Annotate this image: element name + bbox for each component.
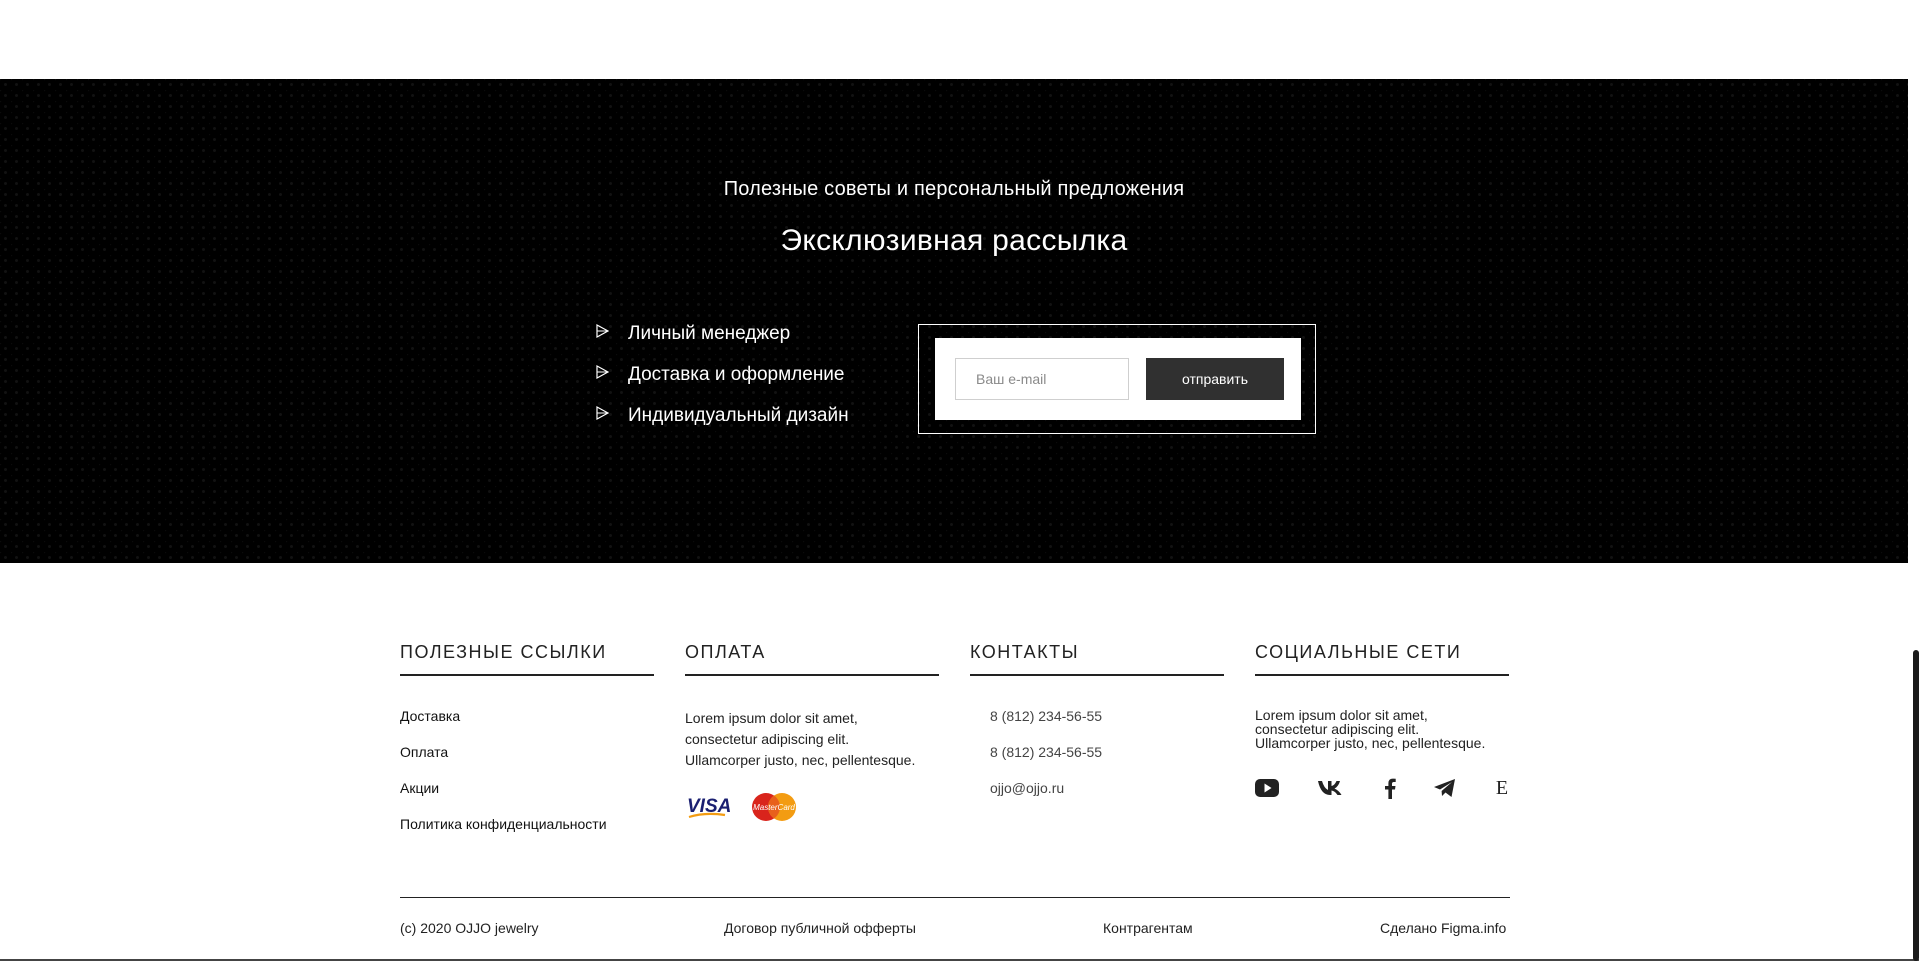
triangle-arrow-icon <box>596 406 609 420</box>
contact-email[interactable]: ojjo@ojjo.ru <box>990 780 1102 816</box>
payment-text-line: Ullamcorper justo, nec, pellentesque. <box>685 752 916 768</box>
youtube-icon[interactable] <box>1255 776 1279 800</box>
benefit-label: Индивидуальный дизайн <box>628 405 849 426</box>
etsy-icon[interactable]: E <box>1495 776 1509 800</box>
vk-icon[interactable] <box>1317 776 1345 800</box>
footer-link-promotions[interactable]: Акции <box>400 780 607 816</box>
social-text-line: Ullamcorper justo, nec, pellentesque. <box>1255 735 1486 751</box>
social-text: Lorem ipsum dolor sit amet, consectetur … <box>1255 708 1509 750</box>
contractors-link[interactable]: Контрагентам <box>1103 920 1193 936</box>
copyright: (c) 2020 OJJO jewelry <box>400 920 539 936</box>
made-by-link[interactable]: Сделано Figma.info <box>1380 920 1506 936</box>
newsletter-subtitle: Полезные советы и персональный предложен… <box>723 178 1185 200</box>
social-heading: СОЦИАЛЬНЫЕ СЕТИ <box>1255 642 1509 676</box>
social-icons: E <box>1255 776 1509 802</box>
send-button[interactable]: отправить <box>1146 358 1284 400</box>
footer-social: СОЦИАЛЬНЫЕ СЕТИ Lorem ipsum dolor sit am… <box>1255 642 1509 799</box>
footer-link-privacy[interactable]: Политика конфиденциальности <box>400 816 607 852</box>
visa-icon: VISA <box>687 796 731 819</box>
social-text-line: consectetur adipiscing elit. <box>1255 721 1420 737</box>
useful-links-list: Доставка Оплата Акции Политика конфиденц… <box>400 708 607 852</box>
scrollbar-thumb[interactable] <box>1913 650 1919 961</box>
footer-link-delivery[interactable]: Доставка <box>400 708 607 744</box>
payment-text-line: consectetur adipiscing elit. <box>685 731 850 747</box>
useful-links-heading: ПОЛЕЗНЫЕ ССЫЛКИ <box>400 642 654 676</box>
subscribe-form-frame: отправить <box>918 324 1316 434</box>
payment-heading: ОПЛАТА <box>685 642 939 676</box>
contacts-list: 8 (812) 234-56-55 8 (812) 234-56-55 ojjo… <box>990 708 1102 816</box>
contact-phone-2[interactable]: 8 (812) 234-56-55 <box>990 744 1102 780</box>
subscribe-form: отправить <box>935 338 1301 420</box>
footer-divider <box>400 897 1510 898</box>
footer-useful-links: ПОЛЕЗНЫЕ ССЫЛКИ Доставка Оплата Акции По… <box>400 642 654 832</box>
social-text-line: Lorem ipsum dolor sit amet, <box>1255 707 1428 723</box>
footer-payment: ОПЛАТА Lorem ipsum dolor sit amet, conse… <box>685 642 939 821</box>
telegram-icon[interactable] <box>1433 776 1457 800</box>
newsletter-title: Эксклюзивная рассылка <box>780 224 1128 257</box>
facebook-icon[interactable] <box>1383 776 1397 800</box>
email-input[interactable] <box>955 358 1129 400</box>
public-offer-link[interactable]: Договор публичной офферты <box>724 920 916 936</box>
payment-text-line: Lorem ipsum dolor sit amet, <box>685 710 858 726</box>
triangle-arrow-icon <box>596 324 609 338</box>
payment-cards: VISA MasterCard <box>685 793 805 823</box>
benefit-label: Личный менеджер <box>628 323 791 344</box>
mastercard-icon: MasterCard <box>752 793 796 821</box>
footer-contacts: КОНТАКТЫ 8 (812) 234-56-55 8 (812) 234-5… <box>970 642 1224 796</box>
newsletter-section: Полезные советы и персональный предложен… <box>0 79 1908 563</box>
payment-text: Lorem ipsum dolor sit amet, consectetur … <box>685 708 939 771</box>
svg-text:MasterCard: MasterCard <box>753 803 795 812</box>
contacts-heading: КОНТАКТЫ <box>970 642 1224 676</box>
triangle-arrow-icon <box>596 365 609 379</box>
footer-link-payment[interactable]: Оплата <box>400 744 607 780</box>
contact-phone-1[interactable]: 8 (812) 234-56-55 <box>990 708 1102 744</box>
benefit-label: Доставка и оформление <box>628 364 845 385</box>
